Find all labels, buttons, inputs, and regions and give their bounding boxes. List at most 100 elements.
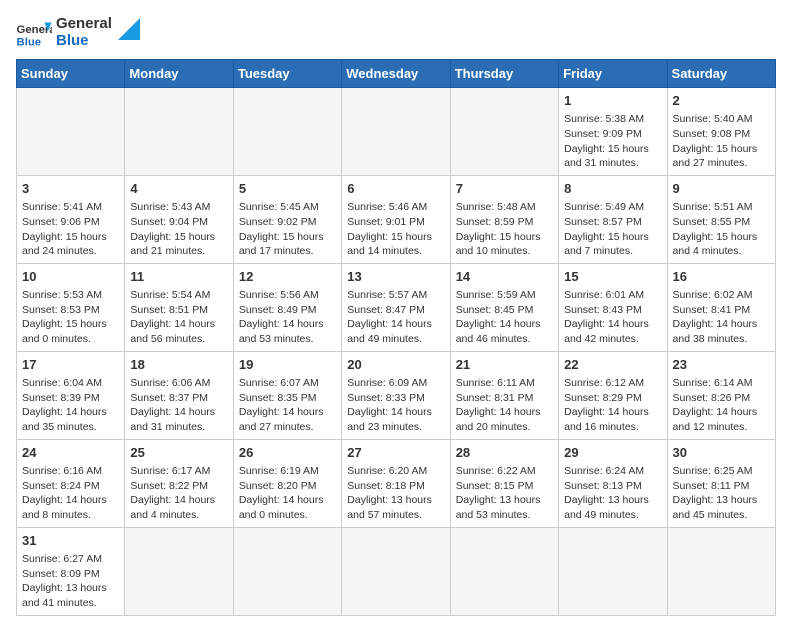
sunset-text: Sunset: 8:57 PM (564, 215, 661, 230)
daylight-text: Daylight: 14 hours and 56 minutes. (130, 317, 227, 346)
sunrise-text: Sunrise: 6:07 AM (239, 376, 336, 391)
sunset-text: Sunset: 8:20 PM (239, 479, 336, 494)
sunrise-text: Sunrise: 6:01 AM (564, 288, 661, 303)
day-number: 1 (564, 92, 661, 110)
daylight-text: Daylight: 14 hours and 23 minutes. (347, 405, 444, 434)
calendar-cell (667, 527, 775, 615)
daylight-text: Daylight: 14 hours and 46 minutes. (456, 317, 553, 346)
calendar-week-row: 17Sunrise: 6:04 AMSunset: 8:39 PMDayligh… (17, 351, 776, 439)
sunrise-text: Sunrise: 5:45 AM (239, 200, 336, 215)
day-number: 27 (347, 444, 444, 462)
weekday-header-monday: Monday (125, 60, 233, 88)
sunset-text: Sunset: 8:47 PM (347, 303, 444, 318)
calendar-cell: 22Sunrise: 6:12 AMSunset: 8:29 PMDayligh… (559, 351, 667, 439)
day-number: 24 (22, 444, 119, 462)
daylight-text: Daylight: 13 hours and 41 minutes. (22, 581, 119, 610)
calendar-header: SundayMondayTuesdayWednesdayThursdayFrid… (17, 60, 776, 88)
logo-general-text: General (56, 16, 112, 33)
calendar-cell (233, 527, 341, 615)
sunrise-text: Sunrise: 6:04 AM (22, 376, 119, 391)
calendar-cell: 9Sunrise: 5:51 AMSunset: 8:55 PMDaylight… (667, 175, 775, 263)
sunrise-text: Sunrise: 6:16 AM (22, 464, 119, 479)
calendar-cell: 31Sunrise: 6:27 AMSunset: 8:09 PMDayligh… (17, 527, 125, 615)
weekday-header-row: SundayMondayTuesdayWednesdayThursdayFrid… (17, 60, 776, 88)
day-number: 9 (673, 180, 770, 198)
daylight-text: Daylight: 14 hours and 38 minutes. (673, 317, 770, 346)
calendar-table: SundayMondayTuesdayWednesdayThursdayFrid… (16, 59, 776, 616)
daylight-text: Daylight: 13 hours and 45 minutes. (673, 493, 770, 522)
calendar-cell (450, 88, 558, 176)
calendar-cell: 30Sunrise: 6:25 AMSunset: 8:11 PMDayligh… (667, 439, 775, 527)
daylight-text: Daylight: 13 hours and 49 minutes. (564, 493, 661, 522)
calendar-cell: 13Sunrise: 5:57 AMSunset: 8:47 PMDayligh… (342, 263, 450, 351)
calendar-cell (342, 88, 450, 176)
calendar-cell: 28 Sunrise: 6:22 AMSunset: 8:15 PMDayligh… (450, 439, 558, 527)
daylight-text: Daylight: 13 hours and 53 minutes. (456, 493, 553, 522)
sunrise-text: Sunrise: 6:25 AM (673, 464, 770, 479)
daylight-text: Daylight: 15 hours and 14 minutes. (347, 230, 444, 259)
calendar-cell: 20Sunrise: 6:09 AMSunset: 8:33 PMDayligh… (342, 351, 450, 439)
sunrise-text: Sunrise: 5:41 AM (22, 200, 119, 215)
sunrise-text: Sunrise: 5:51 AM (673, 200, 770, 215)
day-number: 5 (239, 180, 336, 198)
sunset-text: Sunset: 8:59 PM (456, 215, 553, 230)
sunset-text: Sunset: 8:24 PM (22, 479, 119, 494)
sunset-text: Sunset: 8:45 PM (456, 303, 553, 318)
sunset-text: Sunset: 8:22 PM (130, 479, 227, 494)
day-number: 20 (347, 356, 444, 374)
daylight-text: Daylight: 15 hours and 24 minutes. (22, 230, 119, 259)
calendar-cell (17, 88, 125, 176)
daylight-text: Daylight: 14 hours and 4 minutes. (130, 493, 227, 522)
daylight-text: Daylight: 14 hours and 20 minutes. (456, 405, 553, 434)
sunset-text: Sunset: 8:26 PM (673, 391, 770, 406)
calendar-cell: 3Sunrise: 5:41 AMSunset: 9:06 PMDaylight… (17, 175, 125, 263)
sunset-text: Sunset: 8:43 PM (564, 303, 661, 318)
day-number: 12 (239, 268, 336, 286)
header: General Blue General Blue (16, 16, 776, 49)
sunrise-text: Sunrise: 5:48 AM (456, 200, 553, 215)
calendar-cell (125, 527, 233, 615)
calendar-cell (450, 527, 558, 615)
calendar-cell: 16Sunrise: 6:02 AMSunset: 8:41 PMDayligh… (667, 263, 775, 351)
day-number: 7 (456, 180, 553, 198)
day-number: 15 (564, 268, 661, 286)
sunset-text: Sunset: 8:51 PM (130, 303, 227, 318)
calendar-week-row: 31Sunrise: 6:27 AMSunset: 8:09 PMDayligh… (17, 527, 776, 615)
daylight-text: Daylight: 14 hours and 42 minutes. (564, 317, 661, 346)
sunrise-text: Sunrise: 6:22 AM (456, 464, 553, 479)
calendar-cell: 15 Sunrise: 6:01 AMSunset: 8:43 PMDayligh… (559, 263, 667, 351)
daylight-text: Daylight: 15 hours and 0 minutes. (22, 317, 119, 346)
calendar-cell: 26 Sunrise: 6:19 AMSunset: 8:20 PMDayligh… (233, 439, 341, 527)
sunset-text: Sunset: 8:11 PM (673, 479, 770, 494)
calendar-cell: 2Sunrise: 5:40 AMSunset: 9:08 PMDaylight… (667, 88, 775, 176)
daylight-text: Daylight: 14 hours and 31 minutes. (130, 405, 227, 434)
sunrise-text: Sunrise: 6:11 AM (456, 376, 553, 391)
logo-blue-text: Blue (56, 33, 112, 50)
daylight-text: Daylight: 15 hours and 21 minutes. (130, 230, 227, 259)
daylight-text: Daylight: 14 hours and 0 minutes. (239, 493, 336, 522)
calendar-body: 1Sunrise: 5:38 AMSunset: 9:09 PMDaylight… (17, 88, 776, 616)
day-number: 25 (130, 444, 227, 462)
day-number: 28 (456, 444, 553, 462)
daylight-text: Daylight: 15 hours and 17 minutes. (239, 230, 336, 259)
sunset-text: Sunset: 8:37 PM (130, 391, 227, 406)
sunset-text: Sunset: 8:15 PM (456, 479, 553, 494)
sunset-text: Sunset: 8:18 PM (347, 479, 444, 494)
calendar-cell (125, 88, 233, 176)
sunset-text: Sunset: 8:41 PM (673, 303, 770, 318)
svg-text:Blue: Blue (17, 36, 42, 47)
sunrise-text: Sunrise: 6:14 AM (673, 376, 770, 391)
weekday-header-tuesday: Tuesday (233, 60, 341, 88)
day-number: 3 (22, 180, 119, 198)
sunset-text: Sunset: 8:35 PM (239, 391, 336, 406)
sunrise-text: Sunrise: 5:46 AM (347, 200, 444, 215)
sunset-text: Sunset: 8:31 PM (456, 391, 553, 406)
sunrise-text: Sunrise: 6:24 AM (564, 464, 661, 479)
sunrise-text: Sunrise: 5:43 AM (130, 200, 227, 215)
calendar-cell: 10Sunrise: 5:53 AMSunset: 8:53 PMDayligh… (17, 263, 125, 351)
sunrise-text: Sunrise: 6:12 AM (564, 376, 661, 391)
sunrise-text: Sunrise: 6:19 AM (239, 464, 336, 479)
day-number: 8 (564, 180, 661, 198)
day-number: 26 (239, 444, 336, 462)
daylight-text: Daylight: 14 hours and 35 minutes. (22, 405, 119, 434)
